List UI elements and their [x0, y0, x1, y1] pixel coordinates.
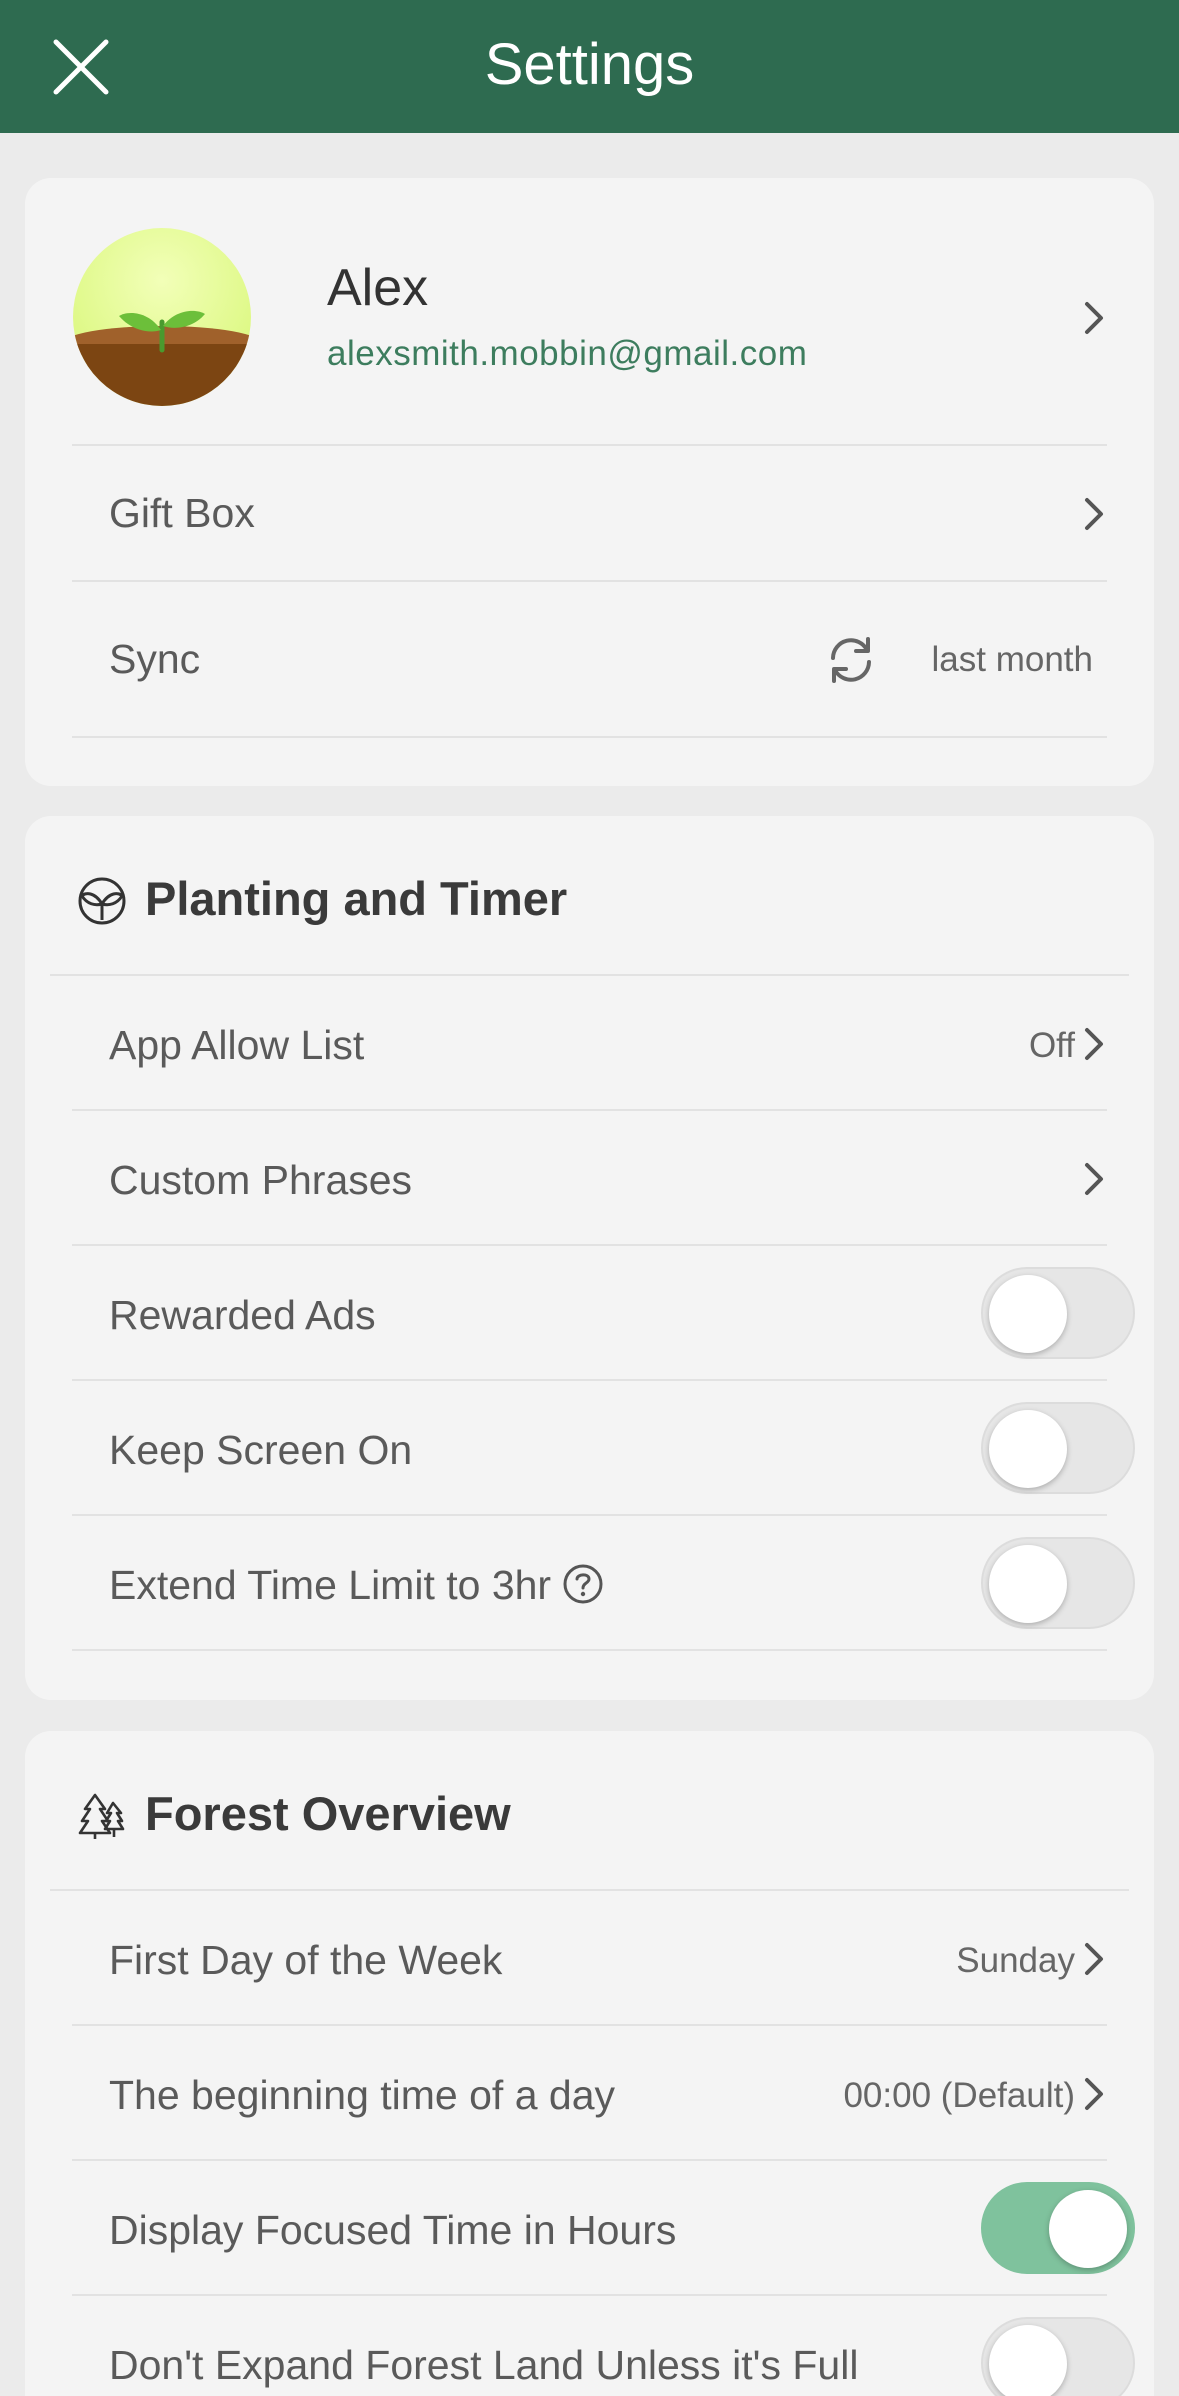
profile-row[interactable]: Alex alexsmith.mobbin@gmail.com [72, 178, 1107, 446]
seedling-icon [78, 877, 126, 925]
trees-icon [78, 1793, 125, 1839]
forest-section-header: Forest Overview [25, 1731, 1154, 1891]
row-label: The beginning time of a day [109, 2072, 615, 2118]
toggle-knob [1049, 2190, 1127, 2268]
first-day-of-week-row[interactable]: First Day of the Week Sunday [72, 1891, 1107, 2026]
toggle-knob [989, 2325, 1067, 2396]
sync-status: last month [931, 640, 1093, 679]
rewarded-ads-toggle[interactable] [981, 1267, 1135, 1359]
row-label: App Allow List [109, 1022, 365, 1068]
profile-email: alexsmith.mobbin@gmail.com [327, 334, 808, 373]
custom-phrases-row[interactable]: Custom Phrases [72, 1111, 1107, 1246]
row-label: First Day of the Week [109, 1937, 503, 1983]
dont-expand-forest-toggle[interactable] [981, 2317, 1135, 2396]
chevron-right-icon [1085, 498, 1103, 530]
row-value: Off [1028, 1026, 1075, 1065]
profile-name: Alex [327, 259, 429, 317]
dont-expand-forest-row: Don't Expand Forest Land Unless it's Ful… [72, 2296, 1135, 2396]
row-label: Display Focused Time in Hours [109, 2207, 677, 2253]
display-hours-toggle[interactable] [981, 2182, 1135, 2274]
row-label: Custom Phrases [109, 1157, 413, 1203]
page-title: Settings [484, 32, 695, 97]
forest-card: Forest Overview First Day of the Week Su… [25, 1731, 1154, 2396]
row-label: Don't Expand Forest Land Unless it's Ful… [109, 2342, 859, 2388]
toggle-knob [989, 1410, 1067, 1488]
extend-time-limit-row: Extend Time Limit to 3hr [72, 1516, 1135, 1651]
row-label: Rewarded Ads [109, 1292, 376, 1338]
app-allow-list-row[interactable]: App Allow List Off [72, 976, 1107, 1111]
keep-screen-on-row: Keep Screen On [72, 1381, 1135, 1516]
sync-row[interactable]: Sync last month [72, 582, 1107, 738]
extend-time-limit-toggle[interactable] [981, 1537, 1135, 1629]
planting-card: Planting and Timer App Allow List Off Cu… [25, 816, 1154, 1700]
gift-box-row[interactable]: Gift Box [72, 446, 1107, 582]
help-icon[interactable] [562, 1563, 604, 1605]
gift-box-label: Gift Box [109, 490, 255, 536]
display-hours-row: Display Focused Time in Hours [72, 2161, 1135, 2296]
row-label: Keep Screen On [109, 1427, 413, 1473]
account-card: Alex alexsmith.mobbin@gmail.com Gift Box… [25, 178, 1154, 786]
row-label: Extend Time Limit to 3hr [109, 1562, 552, 1608]
row-value: Sunday [956, 1941, 1075, 1980]
nav-bar: Settings [0, 0, 1179, 133]
sync-icon[interactable] [825, 634, 877, 686]
sprout-icon [73, 228, 251, 406]
chevron-right-icon [1085, 1028, 1103, 1060]
toggle-knob [989, 1545, 1067, 1623]
keep-screen-on-toggle[interactable] [981, 1402, 1135, 1494]
planting-section-header: Planting and Timer [25, 816, 1154, 976]
chevron-right-icon [1085, 1163, 1103, 1195]
section-title: Forest Overview [145, 1787, 511, 1840]
section-title: Planting and Timer [145, 872, 568, 925]
chevron-right-icon [1085, 1943, 1103, 1975]
toggle-knob [989, 1275, 1067, 1353]
beginning-time-row[interactable]: The beginning time of a day 00:00 (Defau… [72, 2026, 1107, 2161]
sync-label: Sync [109, 636, 201, 682]
row-value: 00:00 (Default) [843, 2076, 1075, 2115]
chevron-right-icon [1085, 2078, 1103, 2110]
chevron-right-icon [1085, 302, 1103, 334]
rewarded-ads-row: Rewarded Ads [72, 1246, 1135, 1381]
